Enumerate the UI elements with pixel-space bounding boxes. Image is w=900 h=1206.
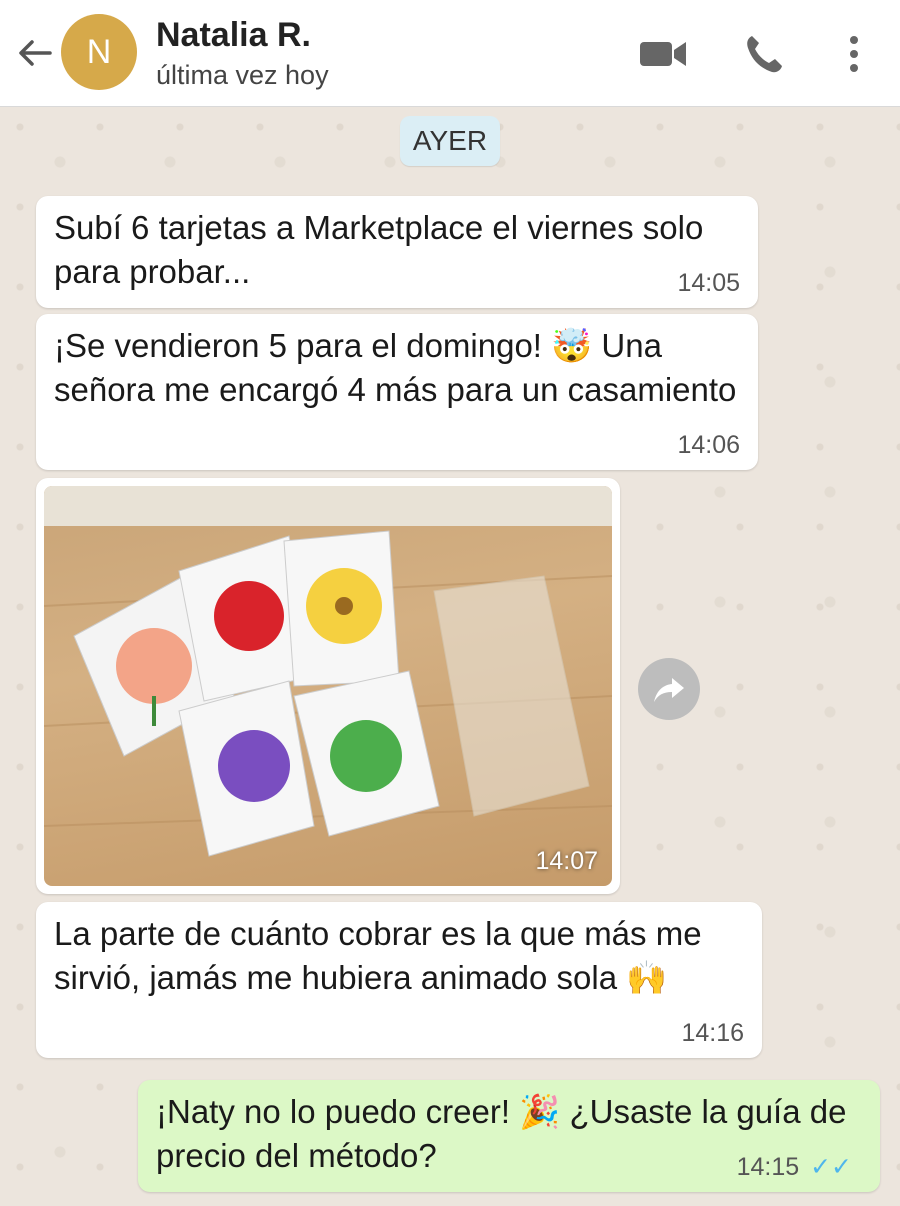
avatar[interactable]: N [61, 14, 137, 90]
phone-call-icon[interactable] [742, 32, 786, 76]
read-receipt-icon: ✓✓ [810, 1153, 852, 1181]
message-status: 14:15 ✓✓ [737, 1154, 852, 1180]
incoming-image-message[interactable]: 14:07 [36, 478, 620, 894]
message-text: La parte de cuánto cobrar es la que más … [54, 915, 702, 996]
more-options-icon[interactable] [840, 32, 868, 76]
message-time: 14:05 [677, 269, 740, 297]
contact-status: última vez hoy [156, 60, 329, 90]
message-text: ¡Se vendieron 5 para el domingo! 🤯 Una s… [54, 327, 737, 408]
message-text: Subí 6 tarjetas a Marketplace el viernes… [54, 209, 704, 290]
back-arrow-icon[interactable] [14, 32, 56, 74]
message-time: 14:07 [535, 847, 598, 875]
message-time: 14:15 [736, 1153, 800, 1181]
incoming-message[interactable]: Subí 6 tarjetas a Marketplace el viernes… [36, 196, 758, 308]
video-call-icon[interactable] [638, 36, 688, 72]
contact-name[interactable]: Natalia R. [156, 16, 311, 55]
date-separator: AYER [400, 116, 500, 166]
chat-header: N Natalia R. última vez hoy [0, 0, 900, 107]
message-time: 14:06 [677, 431, 740, 459]
incoming-message[interactable]: La parte de cuánto cobrar es la que más … [36, 902, 762, 1058]
incoming-message[interactable]: ¡Se vendieron 5 para el domingo! 🤯 Una s… [36, 314, 758, 470]
cards-photo-illustration [44, 486, 612, 857]
forward-button[interactable] [638, 658, 700, 720]
message-time: 14:16 [681, 1019, 744, 1047]
outgoing-message[interactable]: ¡Naty no lo puedo creer! 🎉 ¿Usaste la gu… [138, 1080, 880, 1192]
photo-handmade-cards[interactable]: 14:07 [44, 486, 612, 886]
forward-icon [654, 678, 684, 702]
